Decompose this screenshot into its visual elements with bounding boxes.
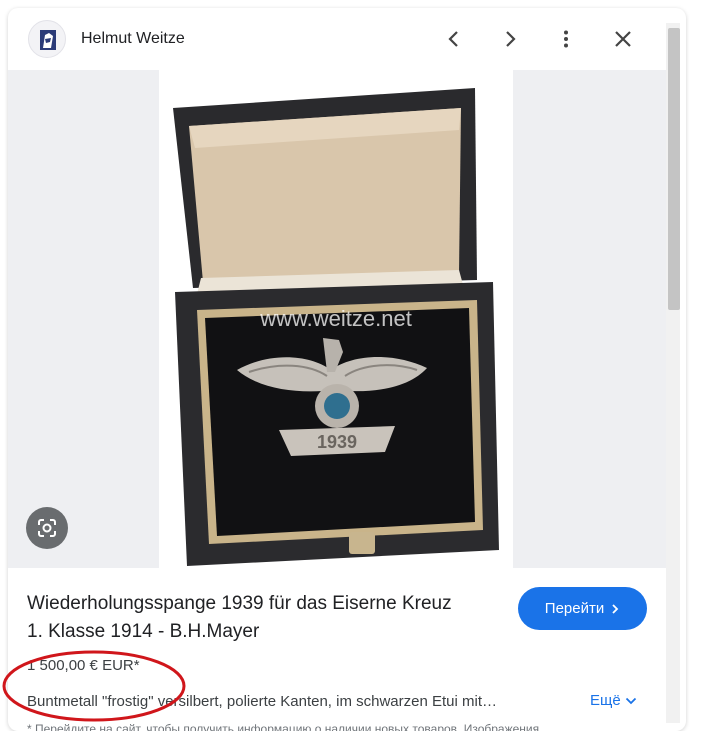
chevron-down-icon [625,697,636,704]
product-photo[interactable]: 1939 www.weitze.net [159,70,513,568]
chevron-right-small-icon [612,603,619,614]
disclaimer-text: * Перейдите на сайт, чтобы получить инфо… [27,722,540,731]
more-label: Ещё [590,692,621,709]
chevron-right-icon[interactable] [495,24,525,54]
weitze-logo-icon[interactable] [28,20,66,58]
product-price: 1 500,00 € EUR* [27,657,140,674]
image-area: 1939 www.weitze.net [8,70,666,568]
google-lens-icon[interactable] [26,507,68,549]
chevron-left-icon[interactable] [439,24,469,54]
site-name[interactable]: Helmut Weitze [81,30,185,48]
product-title-line2: 1. Klasse 1914 - B.H.Mayer [27,621,260,642]
product-title-line1: Wiederholungsspange 1939 für das Eiserne… [27,593,452,614]
product-title[interactable]: Wiederholungsspange 1939 für das Eiserne… [27,590,507,646]
more-button[interactable]: Ещё [590,692,637,709]
visit-button[interactable]: Перейти [518,587,647,630]
watermark-text: www.weitze.net [259,306,412,331]
panel-header: Helmut Weitze [8,8,686,70]
image-preview-panel: Helmut Weitze 1939 www.weitze.net Wieder… [8,8,686,731]
close-icon[interactable] [608,24,638,54]
scrollbar-thumb[interactable] [668,28,680,310]
badge-year-text: 1939 [317,432,357,452]
more-vert-icon[interactable] [551,24,581,54]
visit-button-label: Перейти [544,600,605,617]
product-description: Buntmetall "frostig" versilbert, poliert… [27,693,497,710]
